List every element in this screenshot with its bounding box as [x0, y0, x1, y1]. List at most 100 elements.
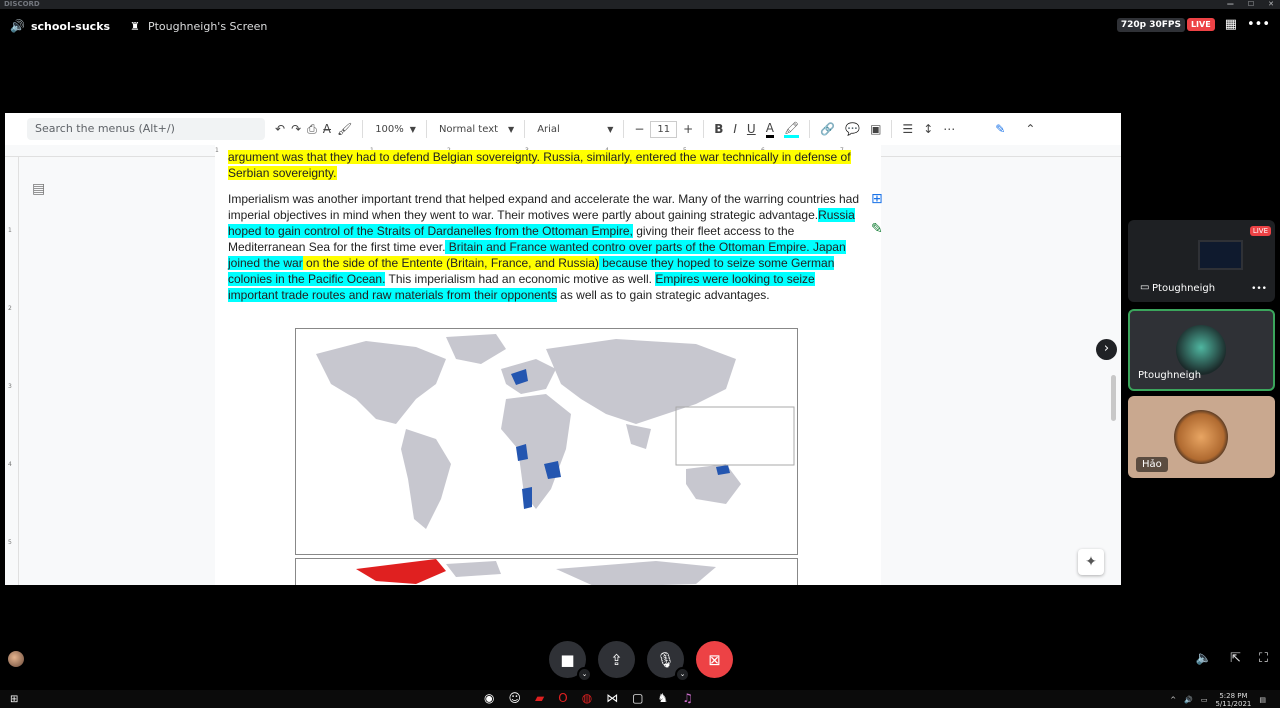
world-map-image[interactable]: [295, 328, 798, 555]
app-icon[interactable]: ♞: [658, 691, 669, 705]
zoom-select[interactable]: 100%: [375, 124, 404, 135]
participant-name: Ptoughneigh: [1152, 283, 1216, 294]
vertical-ruler: 1 2 3 4 5: [5, 157, 19, 585]
tray-expand-icon[interactable]: ^: [1170, 696, 1176, 704]
channel-name[interactable]: school-sucks: [31, 20, 110, 33]
font-size-decrease-button[interactable]: −: [634, 122, 644, 136]
notifications-icon[interactable]: ▤: [1259, 696, 1266, 704]
floating-side-actions: ⊞ ✎: [871, 191, 893, 237]
image-icon[interactable]: ▣: [870, 122, 881, 136]
participant-tile[interactable]: Hảo: [1128, 396, 1275, 478]
link-icon[interactable]: 🔗: [820, 122, 835, 136]
shared-screen[interactable]: Search the menus (Alt+/) ↶ ↷ ⎙ A̶ 🖌 100%…: [5, 113, 1121, 585]
print-icon[interactable]: ⎙: [307, 122, 317, 137]
windows-start-icon[interactable]: ⊞: [10, 694, 18, 705]
live-badge: LIVE: [1186, 18, 1215, 31]
end-stream-icon: ⊠: [708, 650, 721, 669]
undo-icon[interactable]: ↶: [275, 122, 285, 136]
chevron-down-icon[interactable]: ⌄: [675, 667, 690, 682]
more-options-icon[interactable]: •••: [1247, 17, 1270, 32]
window-controls: — ☐ ✕: [1227, 0, 1274, 9]
discord-icon[interactable]: ☺: [508, 691, 521, 705]
screen-share-button[interactable]: ⇪: [598, 641, 635, 678]
second-map-image[interactable]: [295, 558, 798, 585]
paint-format-icon[interactable]: 🖌: [337, 122, 352, 136]
explore-icon[interactable]: ✦: [1078, 549, 1104, 575]
speaker-icon: 🔊: [10, 19, 25, 33]
pop-out-icon[interactable]: ⇱: [1230, 651, 1241, 666]
font-size-input[interactable]: 11: [650, 120, 678, 138]
fullscreen-icon[interactable]: ⛶: [1259, 651, 1268, 666]
microphone-button[interactable]: 🎙 ⌄: [647, 641, 690, 682]
more-tools-icon[interactable]: ⋯: [943, 122, 955, 136]
comment-icon[interactable]: 💬: [845, 122, 860, 136]
underline-button[interactable]: U: [747, 122, 756, 136]
highlighted-text: on the side of the Entente (Britain, Fra…: [302, 256, 599, 270]
font-size-increase-button[interactable]: +: [683, 122, 693, 136]
camera-button[interactable]: ■ ⌄: [549, 641, 592, 682]
document-page[interactable]: argument was that they had to defend Bel…: [215, 150, 881, 585]
divider: [623, 120, 625, 138]
style-select[interactable]: Normal text: [439, 124, 498, 135]
font-select[interactable]: Arial: [537, 124, 597, 135]
editing-mode-icon[interactable]: ✎: [995, 122, 1005, 136]
ruler-mark: 2: [8, 305, 12, 312]
leave-stream-button[interactable]: ⊠: [696, 641, 733, 678]
document-outline-icon[interactable]: ▤: [32, 181, 45, 197]
steam-icon[interactable]: ◍: [582, 691, 592, 705]
divider: [891, 120, 893, 138]
chrome-icon[interactable]: ◉: [484, 691, 494, 705]
participant-tile-stream[interactable]: LIVE ▭ Ptoughneigh •••: [1128, 220, 1275, 302]
grid-layout-icon[interactable]: ▦: [1225, 17, 1237, 32]
document-body[interactable]: argument was that they had to defend Bel…: [228, 150, 868, 303]
bold-button[interactable]: B: [714, 122, 723, 136]
stream-quality-badge: 720p 30FPS: [1116, 17, 1185, 32]
chevron-down-icon[interactable]: ⌄: [577, 667, 592, 682]
body-text: Imperialism was another important trend …: [228, 192, 860, 222]
suggest-edit-icon[interactable]: ✎: [871, 221, 893, 237]
volume-icon[interactable]: 🔈: [1196, 651, 1212, 666]
collapse-participants-button[interactable]: ›: [1096, 339, 1117, 360]
tile-more-icon[interactable]: •••: [1251, 284, 1267, 294]
highlighted-text: argument was that they had to defend Bel…: [228, 150, 851, 164]
ruler-mark: 4: [8, 461, 12, 468]
italic-button[interactable]: I: [733, 122, 737, 136]
network-icon[interactable]: ▭: [1201, 696, 1208, 704]
volume-icon[interactable]: 🔊: [1184, 696, 1193, 704]
spellcheck-icon[interactable]: A̶: [323, 122, 331, 136]
taskbar-apps: ◉ ☺ ▰ O ◍ ⋈ ▢ ♞ ♫: [484, 691, 693, 705]
close-button[interactable]: ✕: [1268, 0, 1274, 9]
opera-icon[interactable]: O: [558, 691, 567, 705]
participant-name: Hảo: [1136, 457, 1168, 472]
avatar[interactable]: [8, 651, 24, 667]
twitch-icon[interactable]: ▢: [632, 691, 643, 705]
search-menus-input[interactable]: Search the menus (Alt+/): [27, 118, 265, 140]
streamer-avatar-icon: ♜: [130, 19, 140, 33]
os-taskbar: ⊞ ◉ ☺ ▰ O ◍ ⋈ ▢ ♞ ♫ ^ 🔊 ▭ 5:28 PM 5/11/2…: [0, 690, 1280, 708]
divider: [524, 120, 526, 138]
divider: [703, 120, 705, 138]
window-titlebar: DISCORD — ☐ ✕: [0, 0, 1280, 9]
second-map-svg: [356, 559, 716, 585]
line-spacing-icon[interactable]: ↕: [923, 122, 933, 136]
clock-date: 5/11/2021: [1215, 700, 1252, 708]
screen-title: Ptoughneigh's Screen: [147, 19, 268, 33]
text-color-button[interactable]: A: [765, 121, 774, 138]
itunes-icon[interactable]: ♫: [682, 691, 693, 705]
body-text: as well as to gain strategic advantages.: [556, 288, 770, 302]
add-comment-icon[interactable]: ⊞: [871, 191, 893, 207]
highlight-color-icon[interactable]: 🖍: [783, 121, 800, 138]
participant-tile-speaking[interactable]: Ptoughneigh: [1128, 309, 1275, 391]
ruler-mark: 3: [8, 383, 12, 390]
maximize-button[interactable]: ☐: [1248, 0, 1254, 9]
redo-icon[interactable]: ↷: [291, 122, 301, 136]
doc-scrollbar[interactable]: [1111, 375, 1116, 421]
align-icon[interactable]: ☰: [902, 122, 913, 136]
world-map-svg: [316, 334, 795, 529]
vscode-icon[interactable]: ⋈: [606, 691, 618, 705]
app-icon[interactable]: ▰: [535, 691, 544, 705]
clock[interactable]: 5:28 PM 5/11/2021: [1215, 692, 1251, 708]
clock-time: 5:28 PM: [1219, 692, 1248, 700]
minimize-button[interactable]: —: [1227, 0, 1234, 9]
collapse-toolbar-icon[interactable]: ⌃: [1025, 122, 1035, 136]
